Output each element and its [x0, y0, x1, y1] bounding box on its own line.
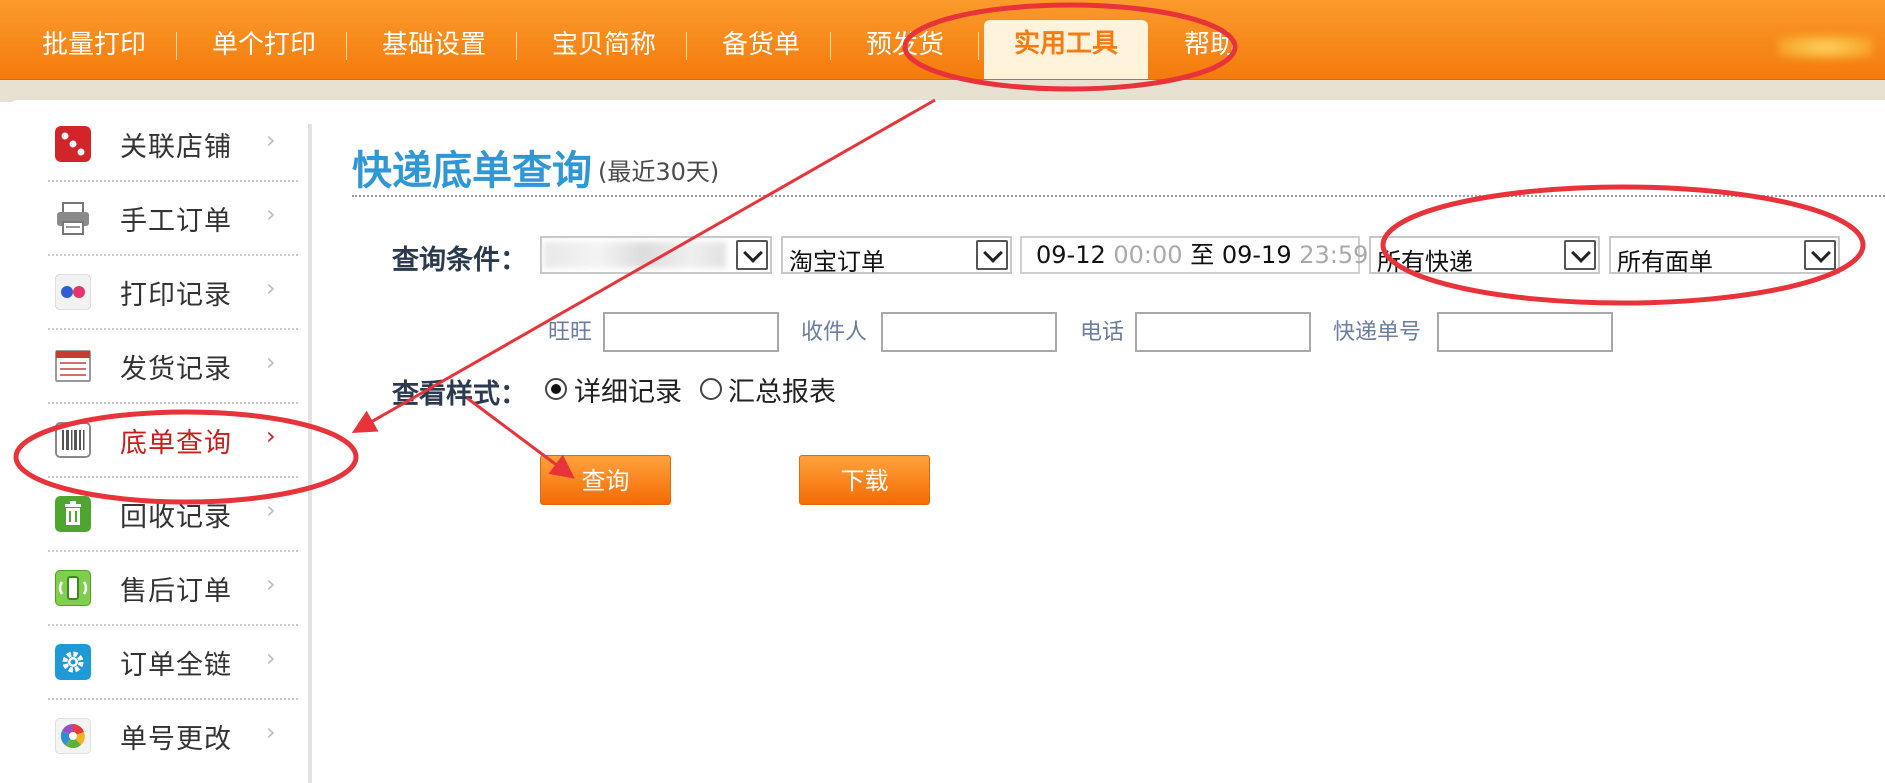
- chevron-right-icon: ›: [266, 644, 276, 672]
- express-value: 所有快递: [1377, 248, 1473, 276]
- header-band: [0, 80, 1885, 102]
- order-type-select[interactable]: 淘宝订单: [781, 236, 1012, 276]
- top-nav-bar: 批量打印 单个打印 基础设置 宝贝简称 备货单 预发货 实用工具 帮助: [0, 0, 1885, 80]
- refresh-phone-icon: [55, 570, 91, 606]
- order-type-value: 淘宝订单: [789, 248, 885, 276]
- page-subtitle: (最近30天): [598, 158, 720, 186]
- sidebar-item-after-sales[interactable]: 售后订单 ›: [44, 552, 298, 626]
- query-conditions-label: 查询条件：: [392, 245, 527, 276]
- chevron-down-icon: [976, 240, 1008, 270]
- sidebar-item-label: 关联店铺: [120, 132, 232, 163]
- nav-separator: [686, 32, 687, 60]
- phone-input[interactable]: [1135, 312, 1311, 352]
- dots-icon: [55, 274, 91, 310]
- sidebar-item-shipping-records[interactable]: 发货记录 ›: [44, 330, 298, 404]
- view-style-label: 查看样式：: [392, 379, 527, 410]
- time-start: 00:00: [1113, 241, 1183, 269]
- nav-separator: [346, 32, 347, 60]
- sidebar-item-label: 回收记录: [120, 502, 232, 533]
- sidebar-item-label: 发货记录: [120, 354, 232, 385]
- chevron-right-icon: ›: [266, 348, 276, 376]
- recipient-label: 收件人: [801, 320, 868, 345]
- nav-separator: [978, 32, 979, 60]
- nav-item-short-names[interactable]: 宝贝简称: [552, 0, 656, 79]
- download-button[interactable]: 下载: [799, 455, 930, 505]
- radio-detailed[interactable]: [545, 378, 567, 400]
- express-company-select[interactable]: 所有快递: [1369, 236, 1600, 276]
- chevron-right-icon: ›: [266, 718, 276, 746]
- blurred-shop-name: [544, 242, 726, 268]
- sidebar-item-manual-order[interactable]: 手工订单 ›: [44, 182, 298, 256]
- sidebar-item-label: 售后订单: [120, 576, 232, 607]
- chevron-right-icon: ›: [266, 200, 276, 228]
- sidebar-item-recycle-records[interactable]: 回收记录 ›: [44, 478, 298, 552]
- nav-tools-tab[interactable]: 实用工具: [984, 20, 1148, 79]
- nav-basic-settings[interactable]: 基础设置: [382, 0, 486, 79]
- nav-separator: [176, 32, 177, 60]
- nav-help[interactable]: 帮助: [1184, 0, 1236, 79]
- date-range-field[interactable]: 09-12 00:00 至 09-19 23:59: [1020, 236, 1368, 274]
- nav-separator: [830, 32, 831, 60]
- nav-separator: [516, 32, 517, 60]
- nav-pre-ship[interactable]: 预发货: [866, 0, 944, 79]
- nav-batch-print[interactable]: 批量打印: [42, 0, 146, 79]
- sidebar-item-label: 单号更改: [120, 724, 232, 755]
- tracking-number-input[interactable]: [1437, 312, 1613, 352]
- radio-summary[interactable]: [700, 378, 722, 400]
- chevron-down-icon: [736, 240, 768, 270]
- color-wheel-icon: [55, 718, 91, 754]
- chevron-right-icon: ›: [266, 274, 276, 302]
- page-title: 快递底单查询: [352, 148, 592, 194]
- radio-detailed-label[interactable]: 详细记录: [574, 370, 682, 409]
- date-separator: 至: [1190, 241, 1215, 269]
- nav-stock-list[interactable]: 备货单: [722, 0, 800, 79]
- sidebar-item-label: 底单查询: [120, 428, 232, 459]
- waybill-type-select[interactable]: 所有面单: [1609, 236, 1840, 276]
- sidebar-item-label: 手工订单: [120, 206, 232, 237]
- time-end: 23:59: [1299, 241, 1369, 269]
- chevron-down-icon: [1564, 240, 1596, 270]
- sidebar: 关联店铺 › 手工订单 › 打印记录 › 发货记录 › 底单查询 › 回收记录 …: [8, 102, 308, 783]
- sidebar-item-print-records[interactable]: 打印记录 ›: [44, 256, 298, 330]
- date-start: 09-12: [1036, 241, 1106, 269]
- chevron-right-icon: ›: [266, 570, 276, 598]
- chevron-right-icon: ›: [266, 126, 276, 154]
- recycle-bin-icon: [55, 496, 91, 532]
- sidebar-item-label: 打印记录: [120, 280, 232, 311]
- gear-icon: [55, 644, 91, 680]
- sidebar-divider: [308, 124, 312, 783]
- chevron-right-icon: ›: [266, 422, 276, 450]
- dice-icon: [55, 126, 91, 162]
- chevron-down-icon: [1804, 240, 1836, 270]
- recipient-input[interactable]: [881, 312, 1057, 352]
- chevron-right-icon: ›: [266, 496, 276, 524]
- waybill-type-value: 所有面单: [1617, 248, 1713, 276]
- date-end: 09-19: [1221, 241, 1292, 269]
- sidebar-item-tracking-change[interactable]: 单号更改 ›: [44, 700, 298, 774]
- sidebar-item-linked-shop[interactable]: 关联店铺 ›: [44, 108, 298, 182]
- blurred-account-info: [1778, 35, 1873, 59]
- sidebar-item-waybill-query[interactable]: 底单查询 ›: [44, 404, 298, 478]
- wangwang-input[interactable]: [603, 312, 779, 352]
- barcode-icon: [55, 422, 91, 458]
- wangwang-label: 旺旺: [548, 320, 593, 345]
- phone-label: 电话: [1080, 320, 1125, 345]
- printer-icon: [57, 202, 89, 235]
- sidebar-item-order-chain[interactable]: 订单全链 ›: [44, 626, 298, 700]
- nav-single-print[interactable]: 单个打印: [212, 0, 316, 79]
- tracking-number-label: 快递单号: [1333, 320, 1422, 345]
- shop-select[interactable]: [540, 236, 772, 274]
- query-button[interactable]: 查询: [540, 455, 671, 505]
- title-divider: [352, 195, 1885, 197]
- sidebar-item-label: 订单全链: [120, 650, 232, 681]
- radio-summary-label[interactable]: 汇总报表: [728, 370, 836, 409]
- list-sheet-icon: [55, 350, 91, 382]
